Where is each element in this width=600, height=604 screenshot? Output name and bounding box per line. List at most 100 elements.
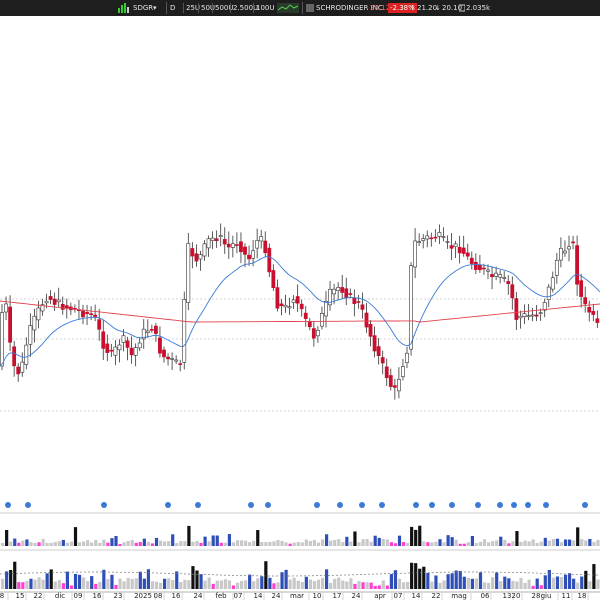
event-marker-icon[interactable] — [379, 502, 385, 508]
event-marker-icon[interactable] — [248, 502, 254, 508]
volume-bar — [495, 540, 499, 546]
candle — [315, 329, 320, 337]
volume-bar — [260, 542, 264, 546]
symbol-label[interactable]: SDGR — [133, 3, 153, 13]
candle — [154, 325, 158, 334]
volume-bar — [580, 576, 584, 589]
volume-bar — [69, 541, 74, 546]
date-label: 22 — [34, 592, 43, 600]
volume-bar — [223, 542, 227, 546]
volume-bar — [450, 537, 454, 546]
volume-bar — [288, 579, 292, 589]
candle — [518, 315, 523, 319]
date-label: 17 — [333, 592, 342, 600]
volume-bar — [110, 574, 114, 589]
event-marker-icon[interactable] — [475, 502, 481, 508]
event-marker-icon[interactable] — [265, 502, 271, 508]
candle — [97, 319, 102, 330]
volume-bar — [422, 566, 426, 589]
volume-bar — [418, 525, 422, 546]
volume-bar — [235, 540, 240, 546]
candle — [20, 361, 25, 373]
candle — [263, 240, 268, 254]
volume-bar — [82, 541, 86, 546]
candle — [52, 298, 57, 305]
volume-bar — [207, 541, 211, 546]
event-marker-icon[interactable] — [165, 502, 171, 508]
event-marker-icon[interactable] — [543, 502, 549, 508]
date-label: 10 — [313, 592, 322, 600]
candle — [64, 305, 69, 309]
volume-bar — [252, 581, 256, 589]
volume-bar — [239, 580, 244, 589]
volume-bar — [535, 542, 539, 546]
volume-bar — [280, 540, 284, 546]
event-marker-icon[interactable] — [497, 502, 503, 508]
volume-bar — [53, 581, 57, 589]
candle — [206, 238, 211, 249]
bar-chart-icon[interactable] — [118, 3, 130, 13]
candle — [465, 252, 470, 257]
volume-bar — [345, 581, 349, 589]
event-marker-icon[interactable] — [511, 502, 517, 508]
price-chart[interactable]: 8 15 22 dic 09 16 23 2025 08 16 24 feb 07 14 24 mar 10 17… — [0, 16, 600, 600]
event-marker-icon[interactable] — [359, 502, 365, 508]
volume-bar — [69, 585, 74, 589]
volume-bar — [377, 585, 381, 589]
event-marker-icon[interactable] — [582, 502, 588, 508]
volume-bar — [426, 572, 430, 589]
event-marker-icon[interactable] — [337, 502, 343, 508]
volume-bar — [487, 542, 491, 546]
candle — [299, 303, 304, 310]
volume-bar — [102, 539, 106, 546]
candle — [291, 299, 296, 303]
event-marker-icon[interactable] — [413, 502, 419, 508]
volume-bar — [288, 543, 292, 546]
candle — [133, 347, 138, 356]
volume-bar — [559, 542, 564, 546]
volume-bar — [106, 578, 110, 589]
volume-bar — [142, 538, 146, 546]
candle — [113, 346, 118, 356]
info-icon[interactable] — [306, 3, 314, 13]
volume-bar — [527, 541, 531, 546]
candle — [490, 274, 494, 278]
date-label: mar — [290, 592, 304, 600]
volume-bar — [9, 541, 13, 546]
volume-bar — [337, 577, 341, 589]
period-button[interactable]: D — [170, 3, 175, 13]
volume-bar — [264, 542, 268, 546]
candle — [275, 287, 280, 309]
volume-bar — [134, 542, 138, 546]
event-marker-icon[interactable] — [25, 502, 31, 508]
volume-bar — [130, 578, 134, 589]
candle — [477, 264, 482, 271]
candle — [441, 236, 446, 238]
range-100u-button[interactable]: 100U — [253, 3, 276, 13]
event-marker-icon[interactable] — [101, 502, 107, 508]
volume-bar — [203, 580, 207, 589]
dropdown-arrow-icon[interactable]: ▾ — [153, 3, 157, 13]
candle — [486, 269, 490, 272]
volume-bar — [406, 542, 410, 546]
chart-area[interactable]: 8 15 22 dic 09 16 23 2025 08 16 24 feb 07 14 24 mar 10 17… — [0, 16, 600, 600]
event-marker-icon[interactable] — [5, 502, 11, 508]
candle — [255, 240, 260, 249]
event-marker-icon[interactable] — [525, 502, 531, 508]
candle — [550, 277, 555, 290]
volume-bar — [434, 541, 438, 546]
volume-bar — [57, 580, 61, 589]
volume-bar — [138, 571, 142, 589]
volume-bar — [543, 575, 547, 589]
volume-bar — [349, 541, 353, 546]
candle — [558, 247, 563, 261]
event-marker-icon[interactable] — [449, 502, 455, 508]
candle — [449, 245, 454, 249]
event-marker-icon[interactable] — [429, 502, 435, 508]
event-marker-icon[interactable] — [314, 502, 320, 508]
volume-bar — [296, 580, 300, 589]
candle — [267, 247, 272, 273]
candle — [4, 303, 8, 313]
event-marker-icon[interactable] — [195, 502, 201, 508]
mini-sparkline-icon[interactable] — [277, 3, 299, 13]
